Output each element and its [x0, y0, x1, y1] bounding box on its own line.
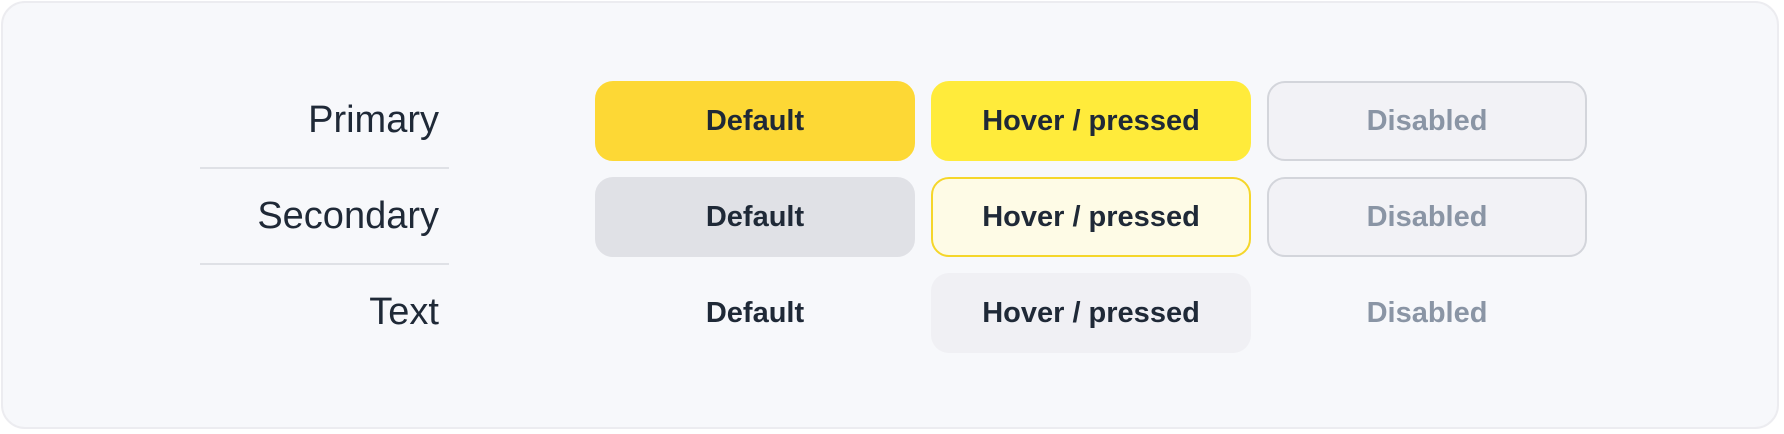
- row-label-primary: Primary: [308, 99, 439, 141]
- primary-disabled-button: Disabled: [1267, 81, 1587, 161]
- text-hover-button[interactable]: Hover / pressed: [931, 273, 1251, 353]
- secondary-hover-button[interactable]: Hover / pressed: [931, 177, 1251, 257]
- secondary-default-button[interactable]: Default: [595, 177, 915, 257]
- primary-default-button[interactable]: Default: [595, 81, 915, 161]
- primary-hover-button[interactable]: Hover / pressed: [931, 81, 1251, 161]
- row-label-text: Text: [369, 291, 439, 333]
- row-label-secondary: Secondary: [257, 195, 439, 237]
- row-divider: [200, 167, 449, 169]
- text-default-button[interactable]: Default: [595, 273, 915, 353]
- secondary-disabled-button: Disabled: [1267, 177, 1587, 257]
- button-states-panel: Primary Secondary Text Default Hover / p…: [1, 1, 1779, 429]
- text-disabled-button: Disabled: [1366, 296, 1488, 329]
- row-divider: [200, 263, 449, 265]
